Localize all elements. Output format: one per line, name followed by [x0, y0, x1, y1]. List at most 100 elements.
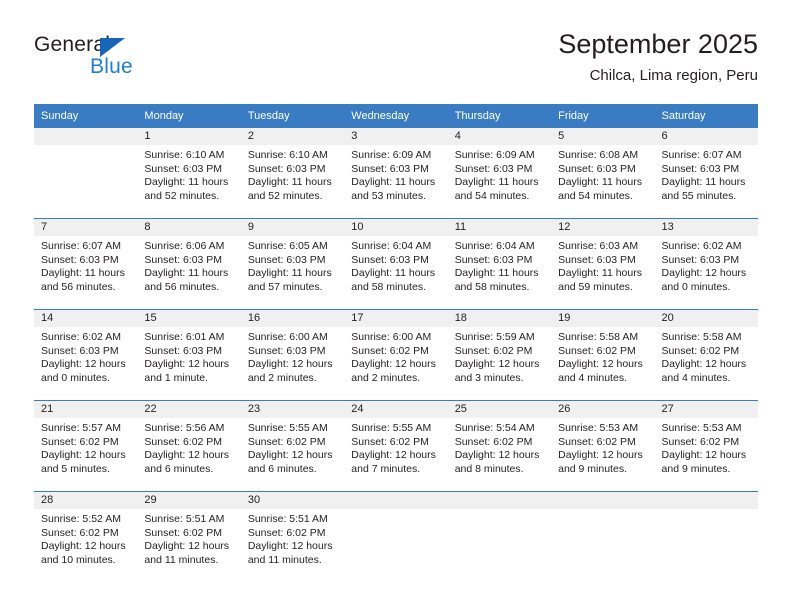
calendar-day-cell[interactable]: 27 Sunrise: 5:53 AM Sunset: 6:02 PM Dayligh… [654, 400, 758, 492]
sunrise-text: Sunrise: 6:05 AM [247, 240, 328, 252]
daylight-text-line1: Daylight: 12 hours [41, 449, 126, 461]
calendar-day-cell[interactable]: 30 Sunrise: 5:51 AM Sunset: 6:02 PM Dayligh… [240, 491, 345, 582]
sunset-text: Sunset: 6:02 PM [247, 526, 326, 539]
calendar-day-cell[interactable]: 5 Sunrise: 6:08 AM Sunset: 6:03 PM Daylight… [551, 128, 655, 219]
calendar-day-cell[interactable]: 15 Sunrise: 6:01 AM Sunset: 6:03 PM Dayligh… [137, 309, 241, 401]
day-number: 29 [137, 492, 241, 509]
daylight-text-line1: Daylight: 12 hours [144, 358, 230, 370]
sunrise-text: Sunrise: 5:51 AM [247, 513, 328, 525]
day-cell-content: 20 Sunrise: 5:58 AM Sunset: 6:02 PM Dayligh… [654, 310, 758, 400]
calendar-day-cell[interactable]: 17 Sunrise: 6:00 AM Sunset: 6:02 PM Dayligh… [344, 309, 448, 401]
sunrise-text: Sunrise: 5:53 AM [661, 422, 742, 434]
day-cell-content: 28 Sunrise: 5:52 AM Sunset: 6:02 PM Dayligh… [34, 492, 138, 582]
calendar-week-row: 1 Sunrise: 6:10 AM Sunset: 6:03 PM Daylight… [34, 128, 758, 219]
daylight-text-line2: and 53 minutes. [351, 189, 426, 202]
calendar-day-cell[interactable]: 3 Sunrise: 6:09 AM Sunset: 6:03 PM Daylight… [344, 128, 448, 219]
daylight-text-line2: and 3 minutes. [454, 371, 524, 384]
day-number: 15 [137, 310, 241, 327]
calendar-day-cell [34, 128, 138, 219]
sunrise-text: Sunrise: 6:04 AM [454, 240, 535, 252]
daylight-text-line2: and 7 minutes. [351, 462, 421, 475]
sunrise-text: Sunrise: 6:08 AM [558, 149, 639, 161]
day-sun-info: Sunrise: 5:51 AM Sunset: 6:02 PM Daylight:… [137, 509, 240, 567]
daylight-text-line2: and 55 minutes. [661, 189, 737, 202]
calendar-day-cell[interactable]: 4 Sunrise: 6:09 AM Sunset: 6:03 PM Daylight… [447, 128, 552, 219]
daylight-text-line2: and 8 minutes. [454, 462, 524, 475]
logo-text-general: General [34, 33, 111, 56]
daylight-text-line1: Daylight: 12 hours [351, 449, 436, 461]
day-sun-info: Sunrise: 6:07 AM Sunset: 6:03 PM Daylight:… [34, 236, 137, 294]
calendar-week-row: 21 Sunrise: 5:57 AM Sunset: 6:02 PM Dayligh… [34, 400, 758, 492]
day-sun-info: Sunrise: 6:04 AM Sunset: 6:03 PM Daylight:… [448, 236, 551, 294]
calendar-day-cell [654, 491, 758, 582]
day-cell-content: 24 Sunrise: 5:55 AM Sunset: 6:02 PM Dayligh… [344, 401, 448, 491]
generalblue-logo[interactable]: General Blue [34, 33, 214, 85]
calendar-day-cell[interactable]: 1 Sunrise: 6:10 AM Sunset: 6:03 PM Daylight… [137, 128, 241, 219]
day-cell-content: 3 Sunrise: 6:09 AM Sunset: 6:03 PM Daylight… [344, 128, 448, 218]
calendar-day-cell[interactable]: 26 Sunrise: 5:53 AM Sunset: 6:02 PM Dayligh… [551, 400, 655, 492]
calendar-day-cell[interactable]: 7 Sunrise: 6:07 AM Sunset: 6:03 PM Daylight… [34, 218, 138, 310]
day-cell-content: 7 Sunrise: 6:07 AM Sunset: 6:03 PM Daylight… [34, 219, 138, 309]
calendar-day-cell[interactable]: 29 Sunrise: 5:51 AM Sunset: 6:02 PM Dayligh… [137, 491, 241, 582]
page-title: September 2025 [558, 29, 758, 59]
calendar-day-cell[interactable]: 10 Sunrise: 6:04 AM Sunset: 6:03 PM Dayligh… [344, 218, 448, 310]
sunrise-text: Sunrise: 6:00 AM [247, 331, 328, 343]
calendar-day-cell[interactable]: 19 Sunrise: 5:58 AM Sunset: 6:02 PM Dayligh… [551, 309, 655, 401]
daylight-text-line2: and 52 minutes. [144, 189, 220, 202]
calendar-week-row: 28 Sunrise: 5:52 AM Sunset: 6:02 PM Dayligh… [34, 491, 758, 582]
calendar-day-cell[interactable]: 24 Sunrise: 5:55 AM Sunset: 6:02 PM Dayligh… [344, 400, 448, 492]
day-number: 26 [551, 401, 655, 418]
day-number: 14 [34, 310, 138, 327]
day-number: 25 [447, 401, 552, 418]
sunrise-text: Sunrise: 5:55 AM [247, 422, 328, 434]
day-number [34, 128, 138, 145]
calendar-day-cell[interactable]: 8 Sunrise: 6:06 AM Sunset: 6:03 PM Daylight… [137, 218, 241, 310]
sunrise-text: Sunrise: 5:57 AM [41, 422, 121, 434]
day-cell-content: 18 Sunrise: 5:59 AM Sunset: 6:02 PM Dayligh… [447, 310, 552, 400]
day-sun-info: Sunrise: 5:54 AM Sunset: 6:02 PM Daylight:… [448, 418, 551, 476]
calendar-day-cell[interactable]: 16 Sunrise: 6:00 AM Sunset: 6:03 PM Dayligh… [240, 309, 345, 401]
day-sun-info: Sunrise: 6:01 AM Sunset: 6:03 PM Daylight:… [137, 327, 240, 385]
day-sun-info: Sunrise: 5:51 AM Sunset: 6:02 PM Daylight:… [241, 509, 344, 567]
sunset-text: Sunset: 6:02 PM [661, 435, 740, 448]
day-sun-info: Sunrise: 6:03 AM Sunset: 6:03 PM Daylight:… [551, 236, 654, 294]
day-sun-info: Sunrise: 5:53 AM Sunset: 6:02 PM Daylight:… [551, 418, 654, 476]
calendar-day-cell[interactable]: 21 Sunrise: 5:57 AM Sunset: 6:02 PM Dayligh… [34, 400, 138, 492]
sunset-text: Sunset: 6:02 PM [41, 526, 119, 539]
daylight-text-line1: Daylight: 11 hours [454, 176, 539, 188]
day-cell-content: 1 Sunrise: 6:10 AM Sunset: 6:03 PM Daylight… [137, 128, 241, 218]
daylight-text-line1: Daylight: 12 hours [454, 449, 540, 461]
calendar-day-cell[interactable]: 23 Sunrise: 5:55 AM Sunset: 6:02 PM Dayligh… [240, 400, 345, 492]
day-cell-content [447, 492, 552, 582]
calendar-day-cell[interactable]: 25 Sunrise: 5:54 AM Sunset: 6:02 PM Dayligh… [447, 400, 552, 492]
day-cell-content: 21 Sunrise: 5:57 AM Sunset: 6:02 PM Dayligh… [34, 401, 138, 491]
weekday-header-wednesday: Wednesday [344, 104, 448, 128]
calendar-day-cell[interactable]: 2 Sunrise: 6:10 AM Sunset: 6:03 PM Daylight… [240, 128, 345, 219]
calendar-week-row: 7 Sunrise: 6:07 AM Sunset: 6:03 PM Daylight… [34, 218, 758, 310]
daylight-text-line2: and 11 minutes. [247, 553, 322, 566]
sunset-text: Sunset: 6:03 PM [661, 253, 740, 266]
calendar-day-cell[interactable]: 12 Sunrise: 6:03 AM Sunset: 6:03 PM Dayligh… [551, 218, 655, 310]
sunrise-text: Sunrise: 6:09 AM [351, 149, 432, 161]
daylight-text-line1: Daylight: 12 hours [41, 358, 126, 370]
sunrise-text: Sunrise: 6:04 AM [351, 240, 432, 252]
day-number: 12 [551, 219, 655, 236]
calendar-day-cell[interactable]: 14 Sunrise: 6:02 AM Sunset: 6:03 PM Dayligh… [34, 309, 138, 401]
daylight-text-line1: Daylight: 12 hours [661, 449, 747, 461]
calendar-day-cell[interactable]: 6 Sunrise: 6:07 AM Sunset: 6:03 PM Daylight… [654, 128, 758, 219]
day-number: 27 [654, 401, 758, 418]
calendar-day-cell[interactable]: 9 Sunrise: 6:05 AM Sunset: 6:03 PM Daylight… [240, 218, 345, 310]
day-cell-content: 11 Sunrise: 6:04 AM Sunset: 6:03 PM Dayligh… [447, 219, 552, 309]
calendar-day-cell[interactable]: 13 Sunrise: 6:02 AM Sunset: 6:03 PM Dayligh… [654, 218, 758, 310]
sunset-text: Sunset: 6:02 PM [144, 526, 223, 539]
sunset-text: Sunset: 6:03 PM [558, 253, 636, 266]
calendar-day-cell[interactable]: 11 Sunrise: 6:04 AM Sunset: 6:03 PM Dayligh… [447, 218, 552, 310]
calendar-day-cell[interactable]: 28 Sunrise: 5:52 AM Sunset: 6:02 PM Dayligh… [34, 491, 138, 582]
sunset-text: Sunset: 6:03 PM [661, 162, 740, 175]
title-block: September 2025 Chilca, Lima region, Peru [558, 28, 758, 86]
calendar-day-cell[interactable]: 22 Sunrise: 5:56 AM Sunset: 6:02 PM Dayligh… [137, 400, 241, 492]
daylight-text-line2: and 6 minutes. [247, 462, 317, 475]
calendar-day-cell[interactable]: 18 Sunrise: 5:59 AM Sunset: 6:02 PM Dayligh… [447, 309, 552, 401]
daylight-text-line1: Daylight: 11 hours [144, 176, 229, 188]
calendar-day-cell[interactable]: 20 Sunrise: 5:58 AM Sunset: 6:02 PM Dayligh… [654, 309, 758, 401]
